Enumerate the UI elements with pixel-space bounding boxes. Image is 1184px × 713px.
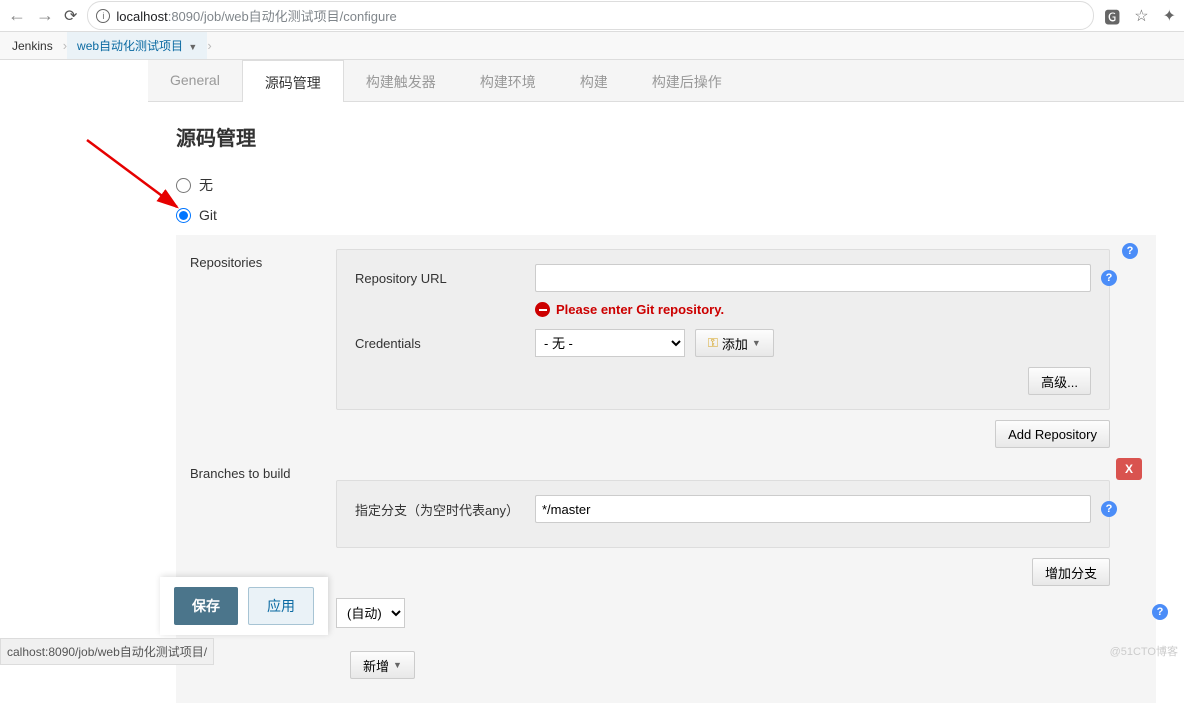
add-credentials-button[interactable]: ⚿ 添加 ▼ [695,329,774,357]
action-bar: 保存 应用 [160,577,328,635]
help-icon[interactable]: ? [1101,501,1117,517]
branch-spec-input[interactable] [535,495,1091,523]
scm-git-radio[interactable]: Git [176,201,1156,229]
breadcrumb: Jenkins › web自动化测试项目 ▼ › [0,32,1184,60]
section-title: 源码管理 [176,122,1156,151]
status-bar: calhost:8090/job/web自动化测试项目/ [0,638,214,665]
repository-block: Repository URL ? Please enter Git reposi… [336,249,1110,410]
branch-block: 指定分支（为空时代表any） ? [336,480,1110,548]
scm-none-input[interactable] [176,178,191,193]
advanced-button[interactable]: 高级... [1028,367,1091,395]
add-additional-button[interactable]: 新增 ▼ [350,651,415,679]
repositories-label: Repositories [176,249,336,448]
reload-icon[interactable]: ⟳ [64,6,77,26]
help-icon[interactable]: ? [1101,270,1117,286]
breadcrumb-project[interactable]: web自动化测试项目 ▼ [67,32,207,59]
forward-icon[interactable]: → [36,5,54,26]
error-icon [535,302,550,317]
translate-icon[interactable]: 🅶 [1104,4,1120,28]
tab-triggers[interactable]: 构建触发器 [344,60,458,101]
add-branch-button[interactable]: 增加分支 [1032,558,1110,586]
repo-url-input[interactable] [535,264,1091,292]
browser-toolbar: ← → ⟳ i localhost:8090/job/web自动化测试项目/co… [0,0,1184,32]
url-path: :8090/job/web自动化测试项目/configure [168,9,397,24]
credentials-select[interactable]: - 无 - [535,329,685,357]
chevron-right-icon: › [207,38,211,53]
watermark: @51CTO博客 [1110,643,1178,659]
add-repository-button[interactable]: Add Repository [995,420,1110,448]
save-button[interactable]: 保存 [174,587,238,625]
config-tabs: General 源码管理 构建触发器 构建环境 构建 构建后操作 [148,60,1184,102]
bookmark-icon[interactable]: ☆ [1134,6,1148,26]
breadcrumb-root[interactable]: Jenkins [2,39,63,53]
apply-button[interactable]: 应用 [248,587,314,625]
repo-browser-select[interactable]: (自动) [336,598,405,628]
tab-build[interactable]: 构建 [558,60,630,101]
tab-scm[interactable]: 源码管理 [242,60,344,102]
scm-git-input[interactable] [176,208,191,223]
tab-postbuild[interactable]: 构建后操作 [630,60,744,101]
delete-branch-button[interactable]: X [1116,458,1142,480]
tab-env[interactable]: 构建环境 [458,60,558,101]
site-info-icon[interactable]: i [96,9,110,23]
validation-error: Please enter Git repository. [535,302,1091,317]
chevron-down-icon: ▼ [752,338,761,348]
dropdown-caret-icon[interactable]: ▼ [188,42,197,52]
key-icon: ⚿ [708,335,718,351]
scm-none-radio[interactable]: 无 [176,169,1156,201]
address-bar[interactable]: i localhost:8090/job/web自动化测试项目/configur… [87,1,1094,30]
tab-general[interactable]: General [148,60,242,101]
chevron-down-icon: ▼ [393,660,402,670]
url-host: localhost [116,9,167,24]
repo-url-label: Repository URL [355,271,525,286]
credentials-label: Credentials [355,336,525,351]
branch-spec-label: 指定分支（为空时代表any） [355,500,525,519]
help-icon[interactable]: ? [1152,604,1168,620]
back-icon[interactable]: ← [8,5,26,26]
extensions-icon[interactable]: ✦ [1163,6,1176,26]
branches-label: Branches to build [176,460,336,586]
